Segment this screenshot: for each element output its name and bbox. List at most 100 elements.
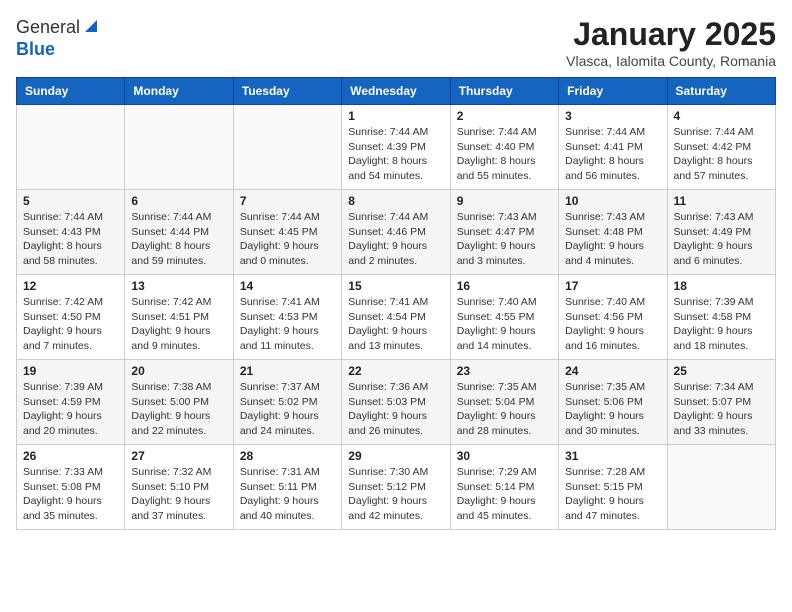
logo-arrow-icon (83, 18, 99, 39)
day-cell: 7 Sunrise: 7:44 AMSunset: 4:45 PMDaylight… (233, 190, 341, 275)
day-number: 2 (457, 109, 552, 123)
day-cell: 5Sunrise: 7:44 AMSunset: 4:43 PMDaylight… (17, 190, 125, 275)
day-info: Sunrise: 7:44 AMSunset: 4:39 PMDaylight:… (348, 125, 443, 184)
day-number: 28 (240, 449, 335, 463)
day-number: 30 (457, 449, 552, 463)
day-cell: 24 Sunrise: 7:35 AMSunset: 5:06 PMDayligh… (559, 360, 667, 445)
day-cell: 31Sunrise: 7:28 AMSunset: 5:15 PMDayligh… (559, 445, 667, 530)
week-row: 19Sunrise: 7:39 AMSunset: 4:59 PMDayligh… (17, 360, 776, 445)
day-number: 9 (457, 194, 552, 208)
day-cell: 10 Sunrise: 7:43 AMSunset: 4:48 PMDayligh… (559, 190, 667, 275)
header: General Blue January 2025 Vlasca, Ialomi… (16, 16, 776, 69)
day-number: 31 (565, 449, 660, 463)
day-number: 11 (674, 194, 769, 208)
day-info: Sunrise: 7:36 AMSunset: 5:03 PMDaylight:… (348, 380, 443, 439)
weekday-header: Tuesday (233, 78, 341, 105)
calendar: SundayMondayTuesdayWednesdayThursdayFrid… (16, 77, 776, 530)
title-section: January 2025 Vlasca, Ialomita County, Ro… (566, 16, 776, 69)
day-number: 10 (565, 194, 660, 208)
day-info: Sunrise: 7:44 AMSunset: 4:42 PMDaylight:… (674, 125, 769, 184)
day-number: 25 (674, 364, 769, 378)
day-number: 13 (131, 279, 226, 293)
day-cell (667, 445, 775, 530)
week-row: 12 Sunrise: 7:42 AMSunset: 4:50 PMDayligh… (17, 275, 776, 360)
day-number: 16 (457, 279, 552, 293)
day-info: Sunrise: 7:44 AMSunset: 4:43 PMDaylight:… (23, 210, 118, 269)
day-number: 26 (23, 449, 118, 463)
day-cell: 13 Sunrise: 7:42 AMSunset: 4:51 PMDayligh… (125, 275, 233, 360)
weekday-header: Wednesday (342, 78, 450, 105)
day-info: Sunrise: 7:39 AMSunset: 4:58 PMDaylight:… (674, 295, 769, 354)
day-cell: 20 Sunrise: 7:38 AMSunset: 5:00 PMDayligh… (125, 360, 233, 445)
day-number: 27 (131, 449, 226, 463)
weekday-header: Friday (559, 78, 667, 105)
day-cell: 18 Sunrise: 7:39 AMSunset: 4:58 PMDayligh… (667, 275, 775, 360)
day-cell (17, 105, 125, 190)
day-number: 4 (674, 109, 769, 123)
day-number: 3 (565, 109, 660, 123)
day-number: 23 (457, 364, 552, 378)
day-cell: 2 Sunrise: 7:44 AMSunset: 4:40 PMDaylight… (450, 105, 558, 190)
day-cell: 23 Sunrise: 7:35 AMSunset: 5:04 PMDayligh… (450, 360, 558, 445)
day-info: Sunrise: 7:35 AMSunset: 5:06 PMDaylight:… (565, 380, 660, 439)
day-info: Sunrise: 7:44 AMSunset: 4:44 PMDaylight:… (131, 210, 226, 269)
day-cell: 29 Sunrise: 7:30 AMSunset: 5:12 PMDayligh… (342, 445, 450, 530)
day-cell: 9 Sunrise: 7:43 AMSunset: 4:47 PMDaylight… (450, 190, 558, 275)
week-row: 1 Sunrise: 7:44 AMSunset: 4:39 PMDaylight… (17, 105, 776, 190)
day-cell: 25 Sunrise: 7:34 AMSunset: 5:07 PMDayligh… (667, 360, 775, 445)
weekday-header: Sunday (17, 78, 125, 105)
day-number: 6 (131, 194, 226, 208)
day-cell: 26Sunrise: 7:33 AMSunset: 5:08 PMDayligh… (17, 445, 125, 530)
day-cell: 6 Sunrise: 7:44 AMSunset: 4:44 PMDaylight… (125, 190, 233, 275)
day-info: Sunrise: 7:42 AMSunset: 4:50 PMDaylight:… (23, 295, 118, 354)
day-cell: 28 Sunrise: 7:31 AMSunset: 5:11 PMDayligh… (233, 445, 341, 530)
day-number: 7 (240, 194, 335, 208)
week-row: 5Sunrise: 7:44 AMSunset: 4:43 PMDaylight… (17, 190, 776, 275)
day-number: 15 (348, 279, 443, 293)
day-cell: 16Sunrise: 7:40 AMSunset: 4:55 PMDayligh… (450, 275, 558, 360)
day-cell: 30 Sunrise: 7:29 AMSunset: 5:14 PMDayligh… (450, 445, 558, 530)
day-cell: 21 Sunrise: 7:37 AMSunset: 5:02 PMDayligh… (233, 360, 341, 445)
day-cell (233, 105, 341, 190)
day-info: Sunrise: 7:38 AMSunset: 5:00 PMDaylight:… (131, 380, 226, 439)
day-cell: 12 Sunrise: 7:42 AMSunset: 4:50 PMDayligh… (17, 275, 125, 360)
day-number: 29 (348, 449, 443, 463)
day-info: Sunrise: 7:43 AMSunset: 4:49 PMDaylight:… (674, 210, 769, 269)
day-number: 18 (674, 279, 769, 293)
day-cell: 8 Sunrise: 7:44 AMSunset: 4:46 PMDaylight… (342, 190, 450, 275)
day-info: Sunrise: 7:41 AMSunset: 4:54 PMDaylight:… (348, 295, 443, 354)
day-number: 8 (348, 194, 443, 208)
day-cell (125, 105, 233, 190)
day-info: Sunrise: 7:43 AMSunset: 4:48 PMDaylight:… (565, 210, 660, 269)
day-number: 24 (565, 364, 660, 378)
day-info: Sunrise: 7:31 AMSunset: 5:11 PMDaylight:… (240, 465, 335, 524)
day-info: Sunrise: 7:39 AMSunset: 4:59 PMDaylight:… (23, 380, 118, 439)
day-info: Sunrise: 7:44 AMSunset: 4:45 PMDaylight:… (240, 210, 335, 269)
day-info: Sunrise: 7:35 AMSunset: 5:04 PMDaylight:… (457, 380, 552, 439)
day-cell: 3Sunrise: 7:44 AMSunset: 4:41 PMDaylight… (559, 105, 667, 190)
day-cell: 1 Sunrise: 7:44 AMSunset: 4:39 PMDaylight… (342, 105, 450, 190)
day-info: Sunrise: 7:30 AMSunset: 5:12 PMDaylight:… (348, 465, 443, 524)
day-info: Sunrise: 7:37 AMSunset: 5:02 PMDaylight:… (240, 380, 335, 439)
day-number: 21 (240, 364, 335, 378)
day-info: Sunrise: 7:34 AMSunset: 5:07 PMDaylight:… (674, 380, 769, 439)
day-cell: 19Sunrise: 7:39 AMSunset: 4:59 PMDayligh… (17, 360, 125, 445)
day-cell: 15 Sunrise: 7:41 AMSunset: 4:54 PMDayligh… (342, 275, 450, 360)
day-cell: 11 Sunrise: 7:43 AMSunset: 4:49 PMDayligh… (667, 190, 775, 275)
day-cell: 22 Sunrise: 7:36 AMSunset: 5:03 PMDayligh… (342, 360, 450, 445)
day-info: Sunrise: 7:44 AMSunset: 4:40 PMDaylight:… (457, 125, 552, 184)
day-info: Sunrise: 7:29 AMSunset: 5:14 PMDaylight:… (457, 465, 552, 524)
day-info: Sunrise: 7:43 AMSunset: 4:47 PMDaylight:… (457, 210, 552, 269)
day-info: Sunrise: 7:40 AMSunset: 4:56 PMDaylight:… (565, 295, 660, 354)
weekday-header: Saturday (667, 78, 775, 105)
day-number: 22 (348, 364, 443, 378)
day-cell: 4 Sunrise: 7:44 AMSunset: 4:42 PMDaylight… (667, 105, 775, 190)
day-number: 1 (348, 109, 443, 123)
day-info: Sunrise: 7:42 AMSunset: 4:51 PMDaylight:… (131, 295, 226, 354)
day-number: 12 (23, 279, 118, 293)
day-number: 20 (131, 364, 226, 378)
day-info: Sunrise: 7:32 AMSunset: 5:10 PMDaylight:… (131, 465, 226, 524)
logo-blue: Blue (16, 39, 55, 59)
day-info: Sunrise: 7:44 AMSunset: 4:46 PMDaylight:… (348, 210, 443, 269)
weekday-header-row: SundayMondayTuesdayWednesdayThursdayFrid… (17, 78, 776, 105)
